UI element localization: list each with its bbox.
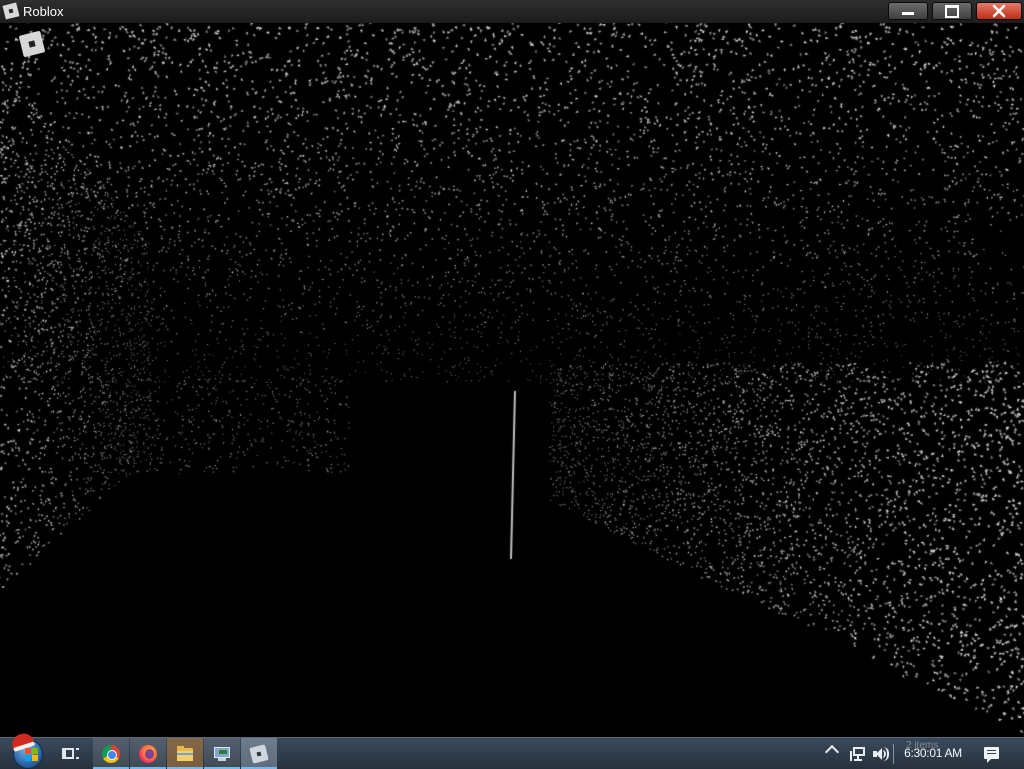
roblox-icon (249, 744, 269, 764)
roblox-button[interactable] (241, 738, 277, 769)
task-view-icon (62, 745, 80, 763)
maximize-button[interactable] (932, 2, 972, 20)
minimize-button[interactable] (888, 2, 928, 20)
roblox-app-icon (2, 2, 20, 20)
taskbar: 2 items 6:30:01 AM (0, 730, 1024, 769)
window-title: Roblox (23, 4, 64, 19)
network-icon[interactable] (850, 747, 867, 761)
file-explorer-button[interactable] (167, 738, 203, 769)
task-view-button[interactable] (53, 738, 89, 769)
start-button[interactable] (9, 730, 45, 769)
game-viewport[interactable] (0, 23, 1024, 737)
action-center-icon[interactable] (984, 747, 999, 763)
remote-desktop-icon (213, 745, 231, 763)
window-titlebar[interactable]: Roblox (0, 0, 1024, 24)
chevron-up-icon[interactable] (824, 744, 840, 760)
speaker-icon[interactable] (873, 747, 889, 761)
close-button[interactable] (976, 2, 1022, 20)
firefox-button[interactable] (130, 738, 166, 769)
chrome-button[interactable] (93, 738, 129, 769)
clock[interactable]: 6:30:01 AM (898, 746, 968, 760)
tray-divider (893, 744, 894, 764)
folder-icon (176, 745, 194, 763)
minimize-icon (902, 12, 914, 15)
particle-corridor-scene[interactable] (0, 23, 1024, 737)
close-icon (992, 4, 1006, 18)
firefox-icon (139, 745, 157, 763)
maximize-icon (945, 5, 959, 18)
chrome-icon (102, 745, 120, 763)
remote-desktop-button[interactable] (204, 738, 240, 769)
